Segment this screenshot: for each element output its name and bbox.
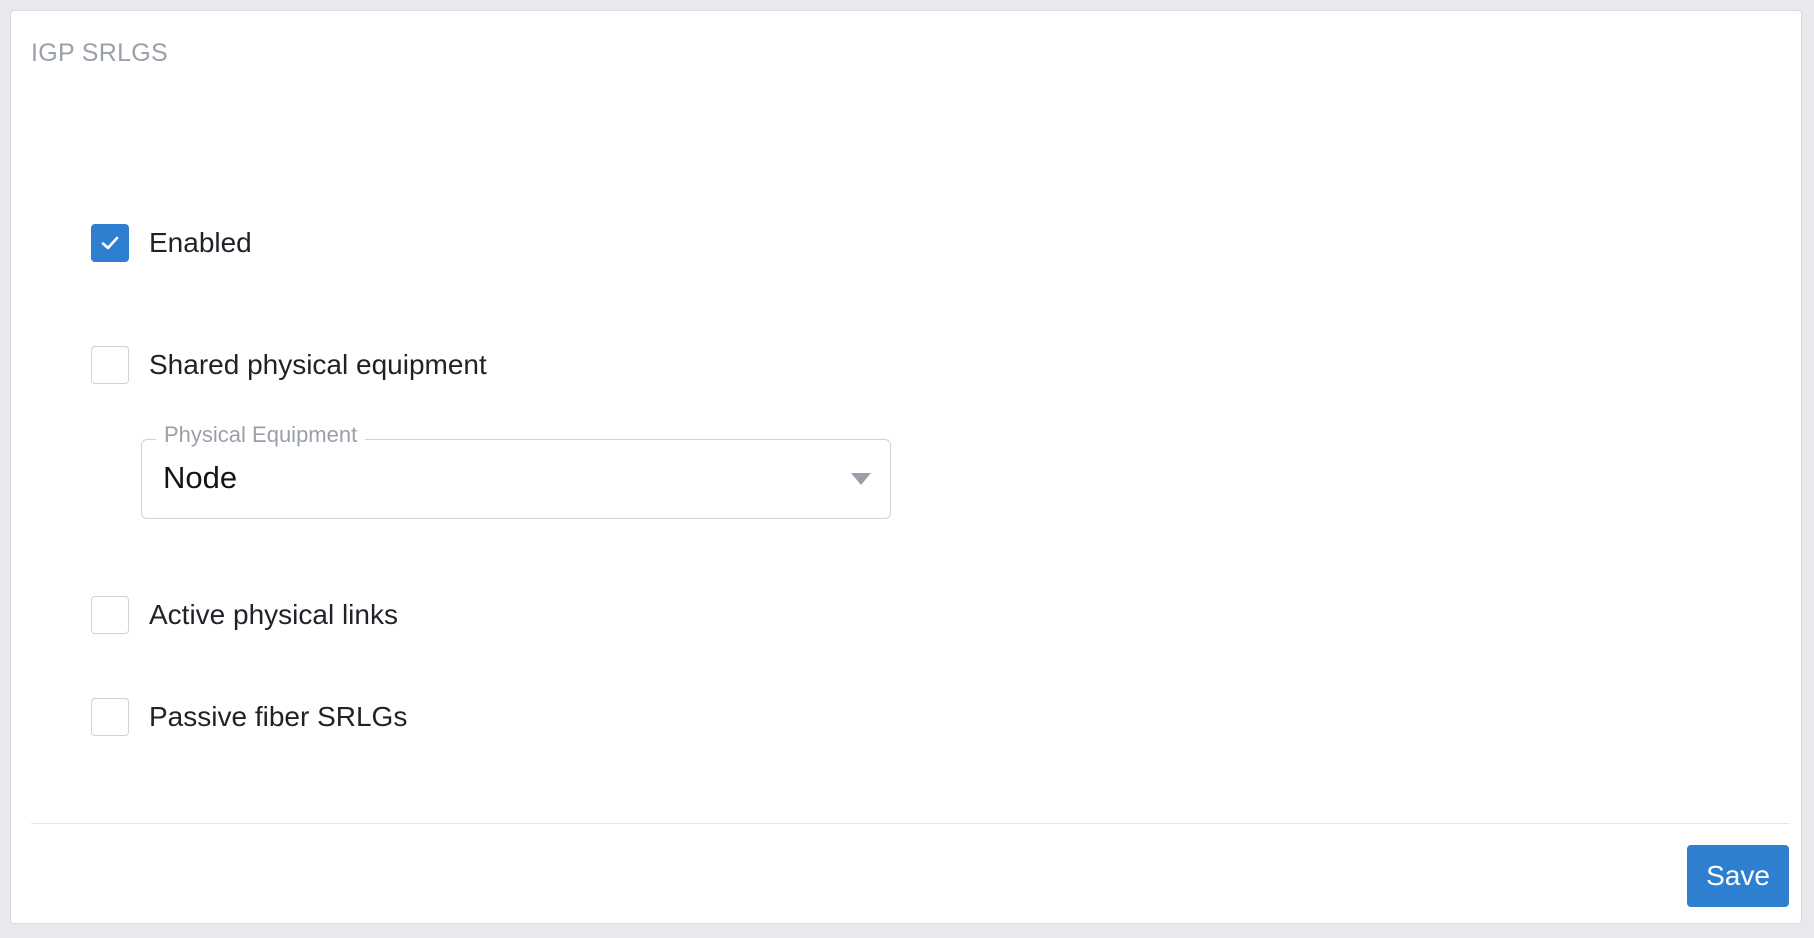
caret-down-icon [851, 473, 871, 485]
enabled-option[interactable]: Enabled [91, 223, 252, 263]
shared-physical-equipment-label: Shared physical equipment [149, 349, 487, 380]
active-physical-links-label: Active physical links [149, 599, 398, 630]
igp-srlgs-panel: IGP SRLGS Enabled Shared physical equipm… [10, 10, 1802, 924]
physical-equipment-select[interactable]: Physical Equipment Node [141, 424, 891, 519]
passive-fiber-srlgs-checkbox[interactable] [91, 698, 129, 736]
enabled-checkbox[interactable] [91, 224, 129, 262]
passive-fiber-srlgs-option[interactable]: Passive fiber SRLGs [91, 697, 407, 737]
physical-equipment-select-label: Physical Equipment [156, 424, 366, 446]
footer-divider [31, 823, 1789, 824]
active-physical-links-option[interactable]: Active physical links [91, 595, 398, 635]
passive-fiber-srlgs-label: Passive fiber SRLGs [149, 701, 408, 732]
physical-equipment-select-value: Node [163, 460, 238, 495]
shared-physical-equipment-checkbox[interactable] [91, 346, 129, 384]
panel-title: IGP SRLGS [31, 39, 169, 67]
save-button[interactable]: Save [1687, 845, 1789, 907]
shared-physical-equipment-option[interactable]: Shared physical equipment [91, 345, 487, 385]
checkmark-icon [101, 236, 119, 250]
active-physical-links-checkbox[interactable] [91, 596, 129, 634]
enabled-label: Enabled [149, 227, 252, 258]
